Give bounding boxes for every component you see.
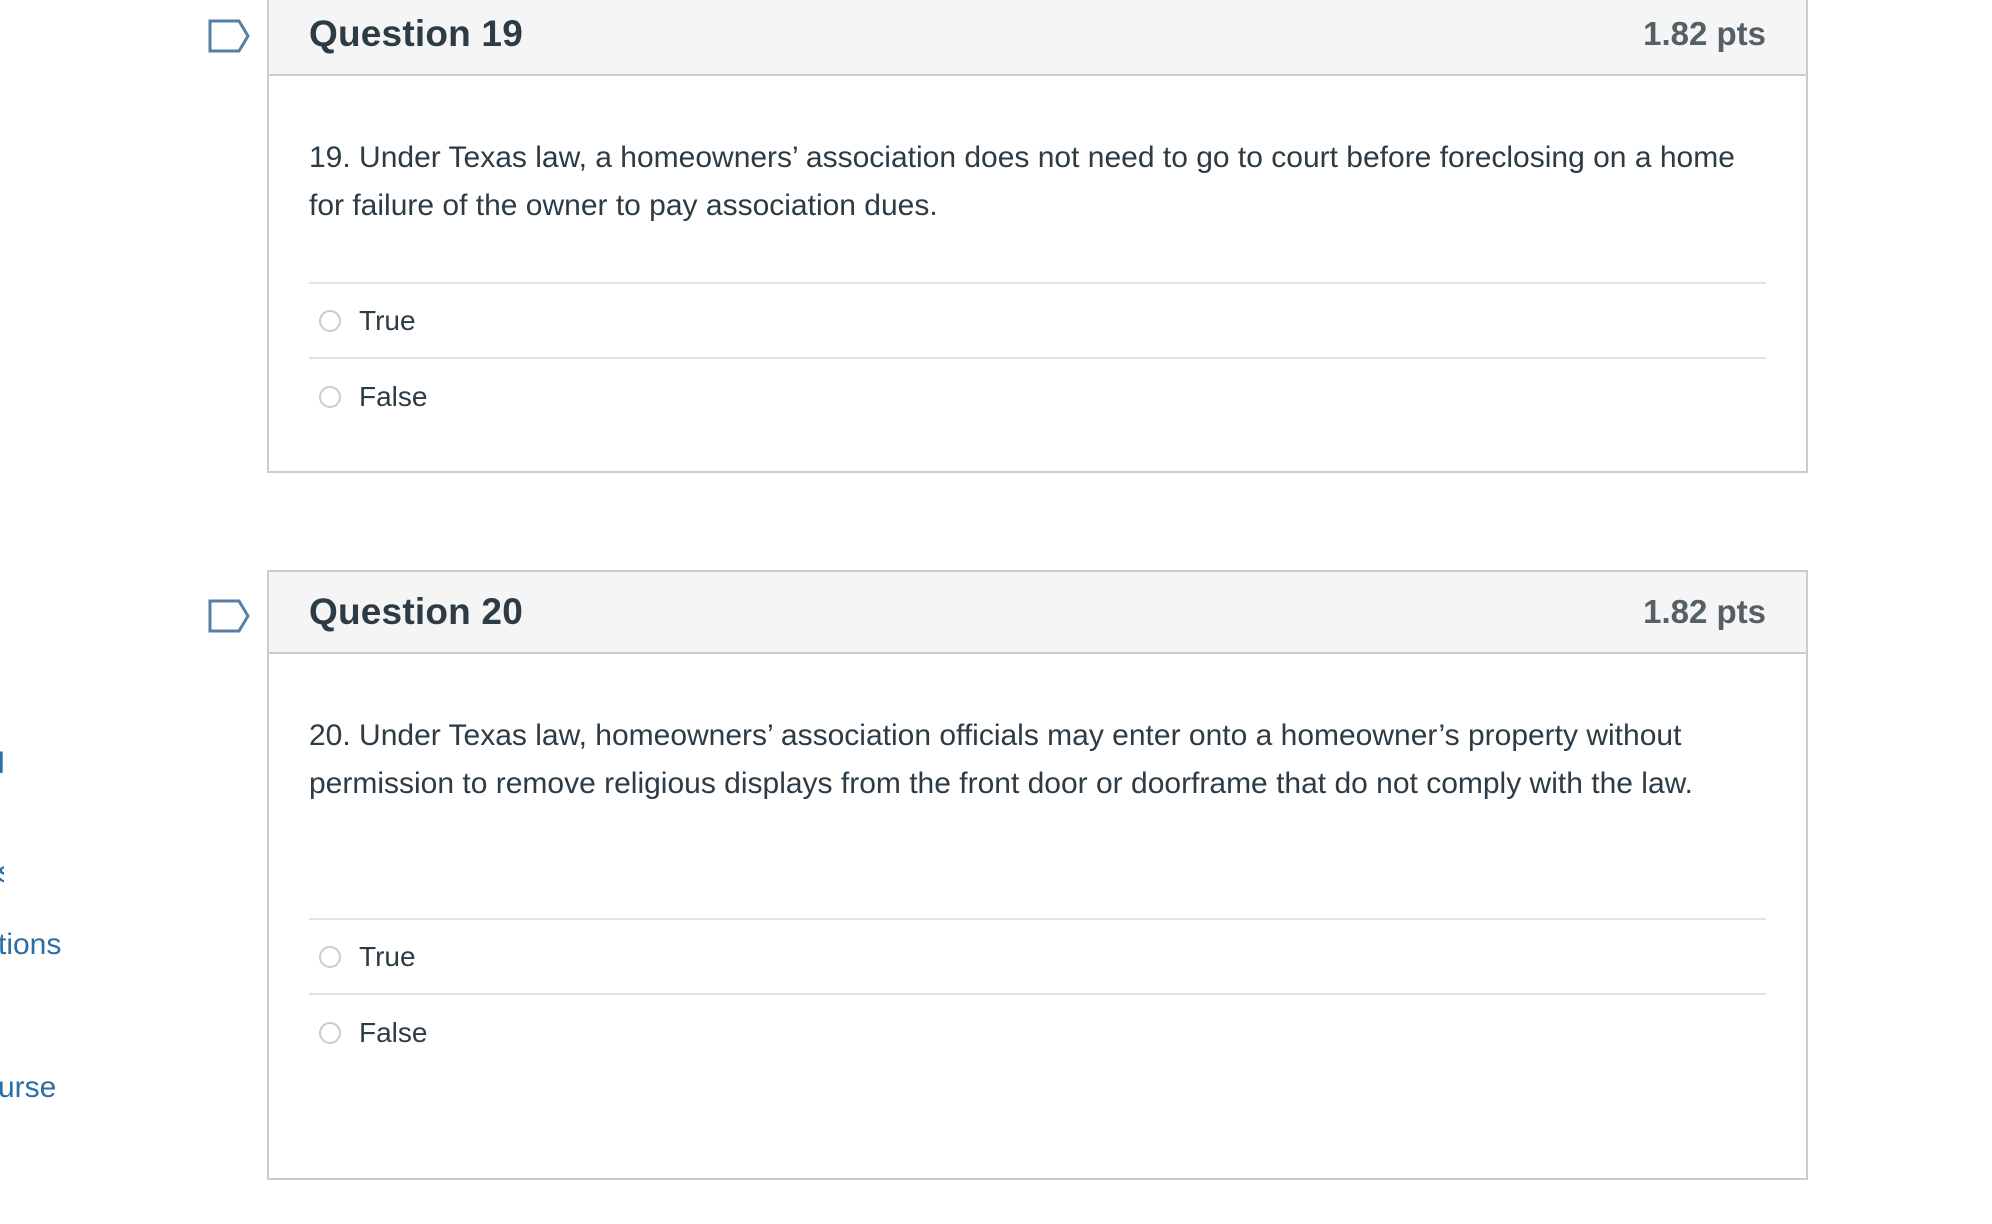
radio-unchecked-icon[interactable] <box>319 945 341 968</box>
radio-unchecked-icon[interactable] <box>319 1021 341 1044</box>
answer-option-false[interactable]: False <box>309 995 1766 1070</box>
course-nav-sidebar: l s tions urse <box>0 0 120 1224</box>
nav-link-fragment[interactable]: l <box>0 747 4 781</box>
radio-unchecked-icon[interactable] <box>319 385 341 408</box>
nav-link-discussions[interactable]: tions <box>0 928 61 962</box>
question-text: 19. Under Texas law, a homeowners’ assoc… <box>309 141 1735 222</box>
answer-option-true[interactable]: True <box>309 920 1766 995</box>
nav-link-course[interactable]: urse <box>0 1071 56 1105</box>
question-header: Question 19 1.82 pts <box>269 0 1806 76</box>
answer-label[interactable]: True <box>359 941 416 973</box>
question-points: 1.82 pts <box>1643 15 1766 52</box>
answer-list: True False <box>309 918 1766 1070</box>
question-body: 20. Under Texas law, homeowners’ associa… <box>269 654 1806 1070</box>
question-20: Question 20 1.82 pts 20. Under Texas law… <box>267 570 1808 1180</box>
question-19: Question 19 1.82 pts 19. Under Texas law… <box>267 0 1808 473</box>
answer-label[interactable]: True <box>359 305 416 337</box>
answer-label[interactable]: False <box>359 381 427 413</box>
question-title: Question 19 <box>309 13 523 54</box>
answer-list: True False <box>309 282 1766 434</box>
question-title: Question 20 <box>309 591 523 632</box>
question-text: 20. Under Texas law, homeowners’ associa… <box>309 719 1693 800</box>
answer-option-true[interactable]: True <box>309 284 1766 359</box>
answer-label[interactable]: False <box>359 1017 427 1049</box>
flag-question-19-icon[interactable] <box>207 18 251 54</box>
question-body: 19. Under Texas law, a homeowners’ assoc… <box>269 76 1806 434</box>
answer-option-false[interactable]: False <box>309 359 1766 434</box>
flag-question-20-icon[interactable] <box>207 598 251 634</box>
question-header: Question 20 1.82 pts <box>269 572 1806 654</box>
nav-link-fragment[interactable]: s <box>0 856 4 890</box>
radio-unchecked-icon[interactable] <box>319 309 341 332</box>
question-points: 1.82 pts <box>1643 593 1766 630</box>
